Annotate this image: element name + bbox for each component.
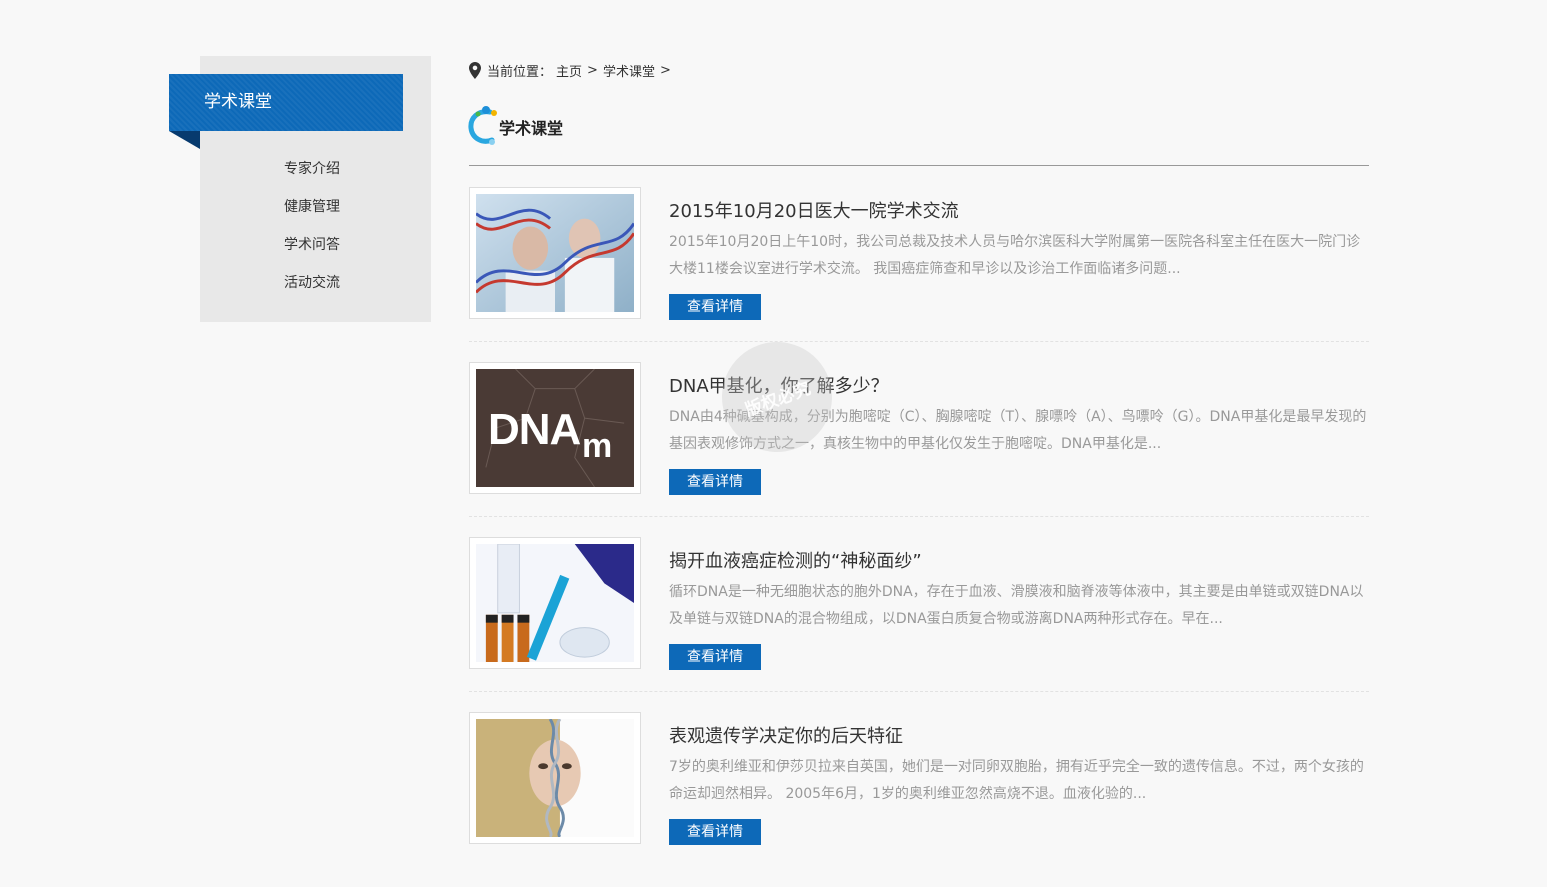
breadcrumb-separator: > xyxy=(659,62,671,78)
article-summary: 2015年10月20日上午10时，我公司总裁及技术人员与哈尔滨医科大学附属第一医… xyxy=(669,234,1361,277)
view-details-button[interactable]: 查看详情 xyxy=(669,469,761,495)
article-thumbnail[interactable] xyxy=(469,537,641,669)
view-details-button[interactable]: 查看详情 xyxy=(669,819,761,845)
article-thumbnail[interactable]: DNA m xyxy=(469,362,641,494)
article-title[interactable]: 揭开血液癌症检测的“神秘面纱” xyxy=(669,547,922,573)
article-item: 揭开血液癌症检测的“神秘面纱” 循环DNA是一种无细胞状态的胞外DNA，存在于血… xyxy=(469,537,1369,712)
article-summary: 7岁的奥利维亚和伊莎贝拉来自英国，她们是一对同卵双胞胎，拥有近乎完全一致的遗传信… xyxy=(669,759,1364,802)
breadcrumb-current[interactable]: 学术课堂 xyxy=(603,61,655,80)
section-divider xyxy=(469,165,1369,166)
article-thumbnail[interactable] xyxy=(469,712,641,844)
watermark-text: 版权必究 xyxy=(742,378,814,421)
article-summary: 循环DNA是一种无细胞状态的胞外DNA，存在于血液、滑膜液和脑脊液等体液中，其主… xyxy=(669,584,1364,627)
dna-methylation-image: DNA m xyxy=(476,369,634,487)
sidebar-item-qa[interactable]: 学术问答 xyxy=(284,234,340,272)
article-divider xyxy=(469,341,1369,342)
article-item: DNA m DNA甲基化，你了解多少？ DNA由4种碱基构成，分别为胞嘧啶（C）… xyxy=(469,362,1369,537)
sidebar-title: 学术课堂 xyxy=(169,74,403,131)
breadcrumb: 当前位置： 主页 > 学术课堂 > xyxy=(469,60,676,80)
dna-image-text: DNA xyxy=(488,405,581,454)
test-tube-image xyxy=(476,543,634,662)
article-divider xyxy=(469,691,1369,692)
sidebar-item-events[interactable]: 活动交流 xyxy=(284,272,340,310)
article-item: 表观遗传学决定你的后天特征 7岁的奥利维亚和伊莎贝拉来自英国，她们是一对同卵双胞… xyxy=(469,712,1369,887)
breadcrumb-prefix: 当前位置： xyxy=(487,64,553,80)
location-pin-icon xyxy=(469,61,481,79)
article-divider xyxy=(469,516,1369,517)
view-details-button[interactable]: 查看详情 xyxy=(669,294,761,320)
view-details-button[interactable]: 查看详情 xyxy=(669,644,761,670)
dna-scientists-image xyxy=(474,194,636,312)
breadcrumb-separator: > xyxy=(587,62,598,78)
breadcrumb-home[interactable]: 主页 xyxy=(556,61,582,80)
sidebar-item-health[interactable]: 健康管理 xyxy=(284,196,340,234)
section-logo-icon xyxy=(468,106,497,145)
article-title[interactable]: 表观遗传学决定你的后天特征 xyxy=(669,722,903,748)
article-thumbnail[interactable] xyxy=(469,187,641,319)
sidebar-menu: 专家介绍 健康管理 学术问答 活动交流 xyxy=(284,158,340,310)
article-item: 2015年10月20日医大一院学术交流 2015年10月20日上午10时，我公司… xyxy=(469,187,1369,362)
sidebar-item-experts[interactable]: 专家介绍 xyxy=(284,158,340,196)
sidebar-title-fold xyxy=(169,131,200,149)
section-title: 学术课堂 xyxy=(499,119,564,138)
dna-image-subscript: m xyxy=(582,427,613,465)
article-title[interactable]: 2015年10月20日医大一院学术交流 xyxy=(669,197,959,223)
epigenetics-face-image xyxy=(476,718,634,839)
